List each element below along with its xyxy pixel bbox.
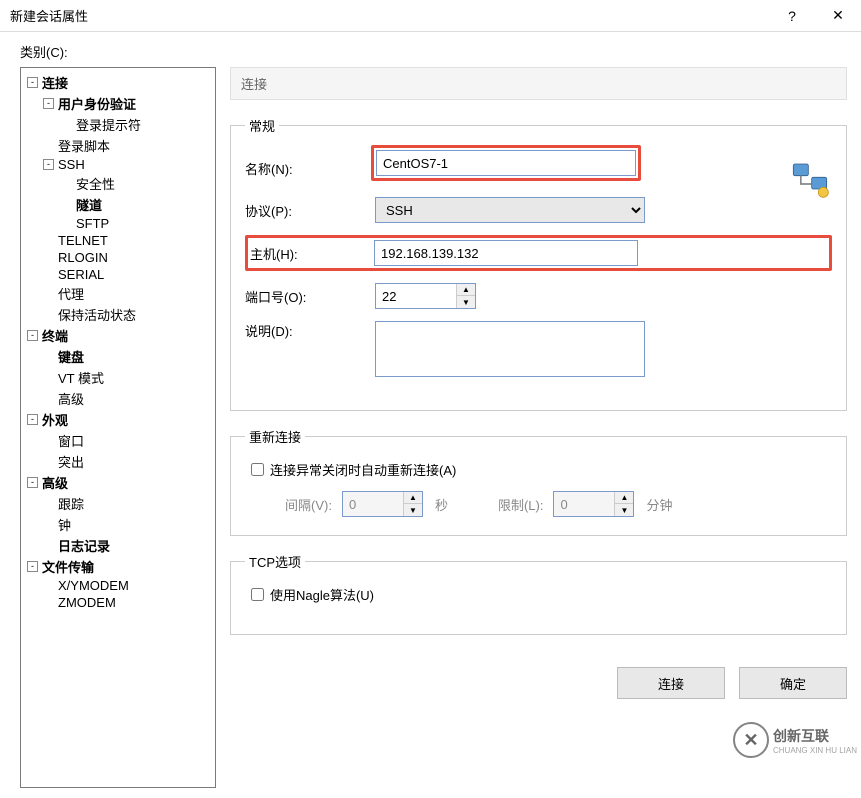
reconnect-legend: 重新连接: [245, 427, 305, 446]
tree-advanced[interactable]: 高级: [58, 389, 84, 408]
dialog-content: 类别(C): -连接 -用户身份验证 登录提示符 登录脚本 -SSH: [0, 32, 861, 798]
auto-reconnect-checkbox[interactable]: [251, 463, 264, 476]
watermark-icon: ✕: [733, 722, 769, 758]
unit-min: 分钟: [646, 495, 672, 514]
port-input[interactable]: [376, 284, 456, 308]
tree-proxy[interactable]: 代理: [58, 284, 84, 303]
desc-label: 说明(D):: [245, 321, 375, 340]
category-label: 类别(C):: [20, 42, 847, 61]
expand-icon[interactable]: -: [27, 561, 38, 572]
watermark-sub: CHUANG XIN HU LIAN: [773, 746, 857, 755]
tree-keep-alive[interactable]: 保持活动状态: [58, 305, 136, 324]
port-spinner[interactable]: ▲▼: [375, 283, 476, 309]
tree-ssh[interactable]: SSH: [58, 157, 85, 172]
window-title: 新建会话属性: [10, 6, 88, 25]
category-tree[interactable]: -连接 -用户身份验证 登录提示符 登录脚本 -SSH 安全性 隧道: [20, 67, 216, 788]
tree-user-auth[interactable]: 用户身份验证: [58, 94, 136, 113]
expand-icon[interactable]: -: [27, 330, 38, 341]
interval-input: [343, 492, 403, 516]
protocol-label: 协议(P):: [245, 201, 375, 220]
spin-down-icon: ▼: [615, 504, 633, 516]
tcp-legend: TCP选项: [245, 552, 305, 571]
watermark-text: 创新互联: [773, 726, 857, 746]
desc-textarea[interactable]: [375, 321, 645, 377]
connect-button[interactable]: 连接: [617, 667, 725, 699]
tree-terminal[interactable]: 终端: [42, 326, 68, 345]
host-label: 主机(H):: [250, 244, 374, 263]
expand-icon[interactable]: -: [27, 414, 38, 425]
expand-icon[interactable]: -: [27, 77, 38, 88]
general-legend: 常规: [245, 116, 279, 135]
name-label: 名称(N):: [245, 159, 293, 178]
limit-label: 限制(L):: [498, 495, 544, 514]
tree-tunnel[interactable]: 隧道: [76, 195, 102, 214]
expand-icon[interactable]: -: [27, 477, 38, 488]
help-button[interactable]: ?: [769, 0, 815, 32]
tree-serial[interactable]: SERIAL: [58, 267, 104, 282]
tree-telnet[interactable]: TELNET: [58, 233, 108, 248]
tree-security[interactable]: 安全性: [76, 174, 115, 193]
reconnect-group: 重新连接 连接异常关闭时自动重新连接(A) 间隔(V): ▲▼ 秒 限制(L):: [230, 427, 847, 536]
tree-sftp[interactable]: SFTP: [76, 216, 109, 231]
host-input[interactable]: [374, 240, 638, 266]
tree-bell[interactable]: 钟: [58, 515, 71, 534]
close-button[interactable]: ✕: [815, 0, 861, 32]
tree-connection[interactable]: 连接: [42, 73, 68, 92]
tree-advanced2[interactable]: 高级: [42, 473, 68, 492]
nagle-checkbox[interactable]: [251, 588, 264, 601]
limit-spinner: ▲▼: [553, 491, 634, 517]
tree-window[interactable]: 窗口: [58, 431, 84, 450]
expand-icon[interactable]: -: [43, 159, 54, 170]
tcp-group: TCP选项 使用Nagle算法(U): [230, 552, 847, 635]
nagle-label: 使用Nagle算法(U): [270, 585, 374, 604]
expand-icon[interactable]: -: [43, 98, 54, 109]
tree-file-transfer[interactable]: 文件传输: [42, 557, 94, 576]
port-label: 端口号(O):: [245, 287, 375, 306]
connection-icon: [788, 157, 832, 201]
limit-input: [554, 492, 614, 516]
general-group: 常规 名称(N): 协议(P): SSH: [230, 116, 847, 411]
tree-logging[interactable]: 日志记录: [58, 536, 110, 555]
tree-trace[interactable]: 跟踪: [58, 494, 84, 513]
name-input[interactable]: [376, 150, 636, 176]
tree-xymodem[interactable]: X/YMODEM: [58, 578, 129, 593]
dialog-buttons: 连接 确定: [230, 657, 847, 705]
spin-up-icon: ▲: [615, 492, 633, 504]
window-controls: ? ✕: [769, 0, 861, 32]
tree-highlight[interactable]: 突出: [58, 452, 84, 471]
spin-down-icon[interactable]: ▼: [457, 296, 475, 308]
tree-keyboard[interactable]: 键盘: [58, 347, 84, 366]
tree-login-prompt[interactable]: 登录提示符: [76, 115, 141, 134]
interval-spinner: ▲▼: [342, 491, 423, 517]
tree-login-script[interactable]: 登录脚本: [58, 136, 110, 155]
tree-zmodem[interactable]: ZMODEM: [58, 595, 116, 610]
section-header: 连接: [230, 67, 847, 100]
protocol-select[interactable]: SSH: [375, 197, 645, 223]
interval-label: 间隔(V):: [285, 495, 332, 514]
auto-reconnect-label: 连接异常关闭时自动重新连接(A): [270, 460, 456, 479]
tree-rlogin[interactable]: RLOGIN: [58, 250, 108, 265]
tree-vt-mode[interactable]: VT 模式: [58, 368, 104, 387]
unit-sec: 秒: [435, 495, 448, 514]
spin-up-icon: ▲: [404, 492, 422, 504]
ok-button[interactable]: 确定: [739, 667, 847, 699]
tree-appearance[interactable]: 外观: [42, 410, 68, 429]
spin-up-icon[interactable]: ▲: [457, 284, 475, 296]
spin-down-icon: ▼: [404, 504, 422, 516]
watermark: ✕ 创新互联 CHUANG XIN HU LIAN: [733, 722, 857, 758]
titlebar: 新建会话属性 ? ✕: [0, 0, 861, 32]
